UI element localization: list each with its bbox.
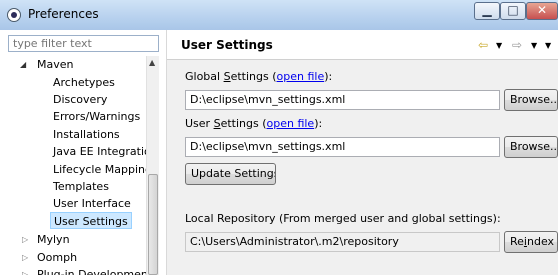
window-title: Preferences <box>28 7 99 21</box>
tree-item-label: Oomph <box>37 251 78 264</box>
update-settings-button[interactable]: Update Settings <box>185 163 276 185</box>
chevron-down-icon[interactable]: ▼ <box>531 41 537 50</box>
expand-arrow-icon[interactable]: ▷ <box>22 249 30 266</box>
global-browse-button[interactable]: Browse... <box>504 89 558 111</box>
expand-arrow-icon[interactable]: ▷ <box>22 266 30 275</box>
local-repository-field: C:\Users\Administrator\.m2\repository <box>185 232 500 252</box>
user-browse-button[interactable]: Browse... <box>504 136 558 158</box>
tree-item-archetypes[interactable]: Archetypes <box>53 74 115 91</box>
close-button[interactable]: ✕ <box>526 2 558 20</box>
tree-item-label: Mylyn <box>37 233 70 246</box>
filter-input[interactable] <box>8 35 159 52</box>
tree-item-label: Plug-in Development <box>37 268 146 275</box>
tree-item-installations[interactable]: Installations <box>53 126 120 143</box>
tree-item-user-settings[interactable]: User Settings <box>50 212 132 229</box>
collapse-arrow-icon[interactable]: ◢ <box>20 56 28 73</box>
tree-item-label: Maven <box>37 58 74 71</box>
preferences-tree: ◢ Maven Archetypes Discovery Errors/Warn… <box>8 56 146 275</box>
view-menu-icon[interactable]: ▼ <box>545 41 551 50</box>
title-bar: Preferences ▁ □ ✕ <box>0 0 558 30</box>
tree-item-user-interface[interactable]: User Interface <box>53 195 131 212</box>
global-open-file-link[interactable]: open file <box>277 70 325 83</box>
eclipse-icon <box>7 8 21 22</box>
tree-item-discovery[interactable]: Discovery <box>53 91 107 108</box>
tree-item-templates[interactable]: Templates <box>53 178 109 195</box>
scrollbar-thumb[interactable] <box>148 174 158 275</box>
tree-item-lifecycle-mapping[interactable]: Lifecycle Mapping <box>53 161 146 178</box>
local-repository-label: Local Repository (From merged user and g… <box>185 212 501 225</box>
back-arrow-icon[interactable]: ⇦ <box>478 38 488 52</box>
tree-scrollbar[interactable]: ▲ <box>146 56 159 275</box>
user-open-file-link[interactable]: open file <box>267 117 315 130</box>
reindex-button[interactable]: Reindex <box>504 231 558 253</box>
scroll-up-icon[interactable]: ▲ <box>149 58 155 67</box>
minimize-button[interactable]: ▁ <box>474 2 500 20</box>
tree-item-java-ee-integration[interactable]: Java EE Integration <box>53 143 146 160</box>
page-title: User Settings <box>181 38 273 52</box>
maximize-button[interactable]: □ <box>500 2 526 20</box>
global-settings-label: Global Settings (open file): <box>185 70 333 83</box>
tree-item-errors-warnings[interactable]: Errors/Warnings <box>53 108 140 125</box>
global-settings-field[interactable]: D:\eclipse\mvn_settings.xml <box>185 90 500 110</box>
user-settings-label: User Settings (open file): <box>185 117 323 130</box>
chevron-down-icon[interactable]: ▼ <box>496 41 502 50</box>
expand-arrow-icon[interactable]: ▷ <box>22 231 30 248</box>
forward-arrow-icon[interactable]: ⇨ <box>512 38 522 52</box>
user-settings-field[interactable]: D:\eclipse\mvn_settings.xml <box>185 137 500 157</box>
